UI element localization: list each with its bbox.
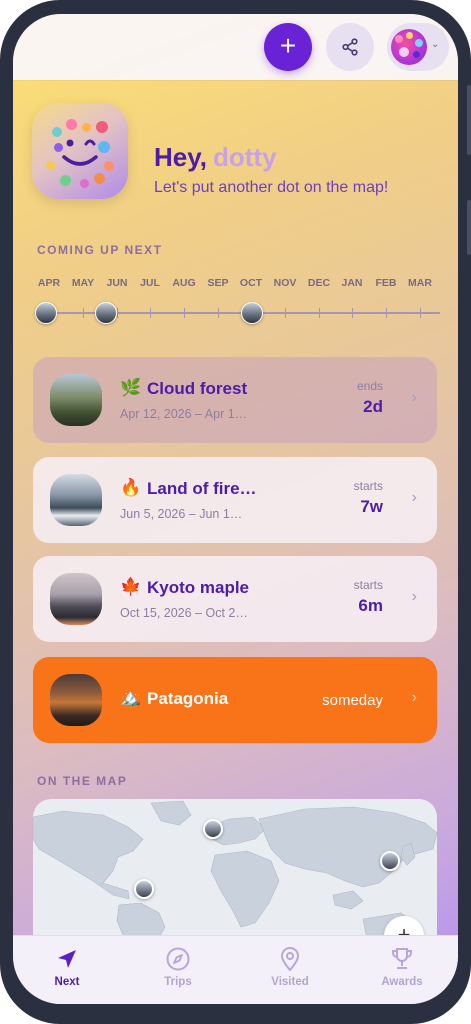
trip-countdown-value: 6m — [358, 596, 383, 615]
trip-countdown-label: starts — [353, 578, 383, 592]
phone-frame: + ⌄ Hey, dotty Let's put another dot on … — [0, 0, 471, 1024]
fire-icon: 🔥 — [120, 478, 142, 497]
trip-dates: Apr 12, 2026 – Apr 1… — [120, 407, 248, 421]
side-button — [467, 200, 471, 255]
trip-card[interactable]: 🍁 Kyoto maple Oct 15, 2026 – Oct 2… star… — [33, 556, 437, 642]
side-button — [467, 85, 471, 155]
month-label: MAR — [408, 277, 432, 289]
month-label: JUL — [140, 277, 160, 289]
app-screen: + ⌄ Hey, dotty Let's put another dot on … — [13, 14, 458, 1004]
greeting-subtitle: Let's put another dot on the map! — [154, 179, 389, 196]
month-label: JAN — [341, 277, 363, 289]
tab-awards[interactable]: Awards — [362, 944, 442, 988]
tab-label: Trips — [164, 976, 192, 988]
month-label: DEC — [307, 277, 331, 289]
tab-trips[interactable]: Trips — [138, 944, 218, 988]
trip-countdown-label: starts — [353, 479, 383, 493]
month-labels: APR MAY JUN JUL AUG SEP OCT NOV DEC JAN … — [35, 277, 440, 291]
month-label: FEB — [375, 277, 397, 289]
month-label: APR — [37, 277, 61, 289]
tab-next[interactable]: Next — [27, 944, 107, 988]
month-label: SEP — [207, 277, 229, 289]
trip-thumbnail — [50, 374, 102, 426]
leaf-icon: 🌿 — [120, 378, 142, 397]
maple-leaf-icon: 🍁 — [120, 577, 142, 596]
profile-menu-button[interactable]: ⌄ — [387, 23, 449, 71]
share-icon — [342, 38, 358, 56]
trip-thumbnail — [50, 674, 102, 726]
share-button[interactable] — [326, 23, 374, 71]
trip-title: Cloud forest — [147, 379, 248, 398]
trip-status: someday — [322, 692, 383, 709]
tab-visited[interactable]: Visited — [250, 944, 330, 988]
month-label: MAY — [71, 277, 95, 289]
greeting-title: Hey, dotty — [154, 142, 277, 173]
timeline-trip-marker[interactable] — [35, 302, 57, 324]
trip-card[interactable]: 🌿 Cloud forest Apr 12, 2026 – Apr 1… end… — [33, 357, 437, 443]
month-label: AUG — [172, 277, 196, 289]
chevron-right-icon: › — [411, 689, 417, 706]
bottom-tab-bar: Next Trips Visited Awards — [13, 935, 458, 1004]
month-label: JUN — [106, 277, 128, 289]
trip-thumbnail — [50, 474, 102, 526]
tab-label: Awards — [381, 976, 423, 988]
trip-thumbnail — [50, 573, 102, 625]
timeline-trip-marker[interactable] — [95, 302, 117, 324]
trip-dates: Jun 5, 2026 – Jun 1… — [120, 507, 243, 521]
mountain-icon: 🏔️ — [120, 688, 142, 707]
app-logo — [32, 103, 128, 199]
trip-card[interactable]: 🔥 Land of fire… Jun 5, 2026 – Jun 1… sta… — [33, 457, 437, 543]
chevron-down-icon: ⌄ — [431, 39, 440, 50]
map-trip-marker[interactable] — [134, 879, 154, 899]
chevron-right-icon: › — [411, 489, 417, 506]
section-heading-on-the-map: ON THE MAP — [37, 774, 128, 788]
trip-countdown-label: ends — [356, 379, 383, 393]
top-bar: + ⌄ — [13, 14, 458, 80]
trip-timeline — [35, 302, 440, 324]
section-heading-coming-up: COMING UP NEXT — [37, 243, 163, 257]
trip-countdown-value: 7w — [360, 497, 383, 516]
chevron-right-icon: › — [411, 588, 417, 605]
username: dotty — [213, 142, 277, 172]
map-pin-icon — [280, 947, 300, 972]
trip-title: Land of fire… — [147, 479, 257, 498]
add-trip-button[interactable]: + — [264, 23, 312, 71]
chevron-right-icon: › — [411, 389, 417, 406]
avatar — [391, 29, 427, 65]
trip-dates: Oct 15, 2026 – Oct 2… — [120, 606, 248, 620]
trip-countdown-value: 2d — [363, 397, 383, 416]
trip-title: Kyoto maple — [147, 578, 250, 597]
tab-label: Next — [54, 976, 80, 988]
tab-label: Visited — [271, 976, 309, 988]
month-label: OCT — [239, 277, 263, 289]
compass-icon — [166, 947, 190, 971]
trip-card-highlighted[interactable]: 🏔️ Patagonia someday › — [33, 657, 437, 743]
trip-title: Patagonia — [147, 689, 229, 708]
map-trip-marker[interactable] — [380, 851, 400, 871]
timeline-trip-marker[interactable] — [241, 302, 263, 324]
month-label: NOV — [273, 277, 297, 289]
greeting-text: Hey, — [154, 142, 207, 172]
map-trip-marker[interactable] — [203, 819, 223, 839]
navigation-arrow-icon — [58, 950, 76, 968]
trophy-icon — [392, 948, 412, 969]
